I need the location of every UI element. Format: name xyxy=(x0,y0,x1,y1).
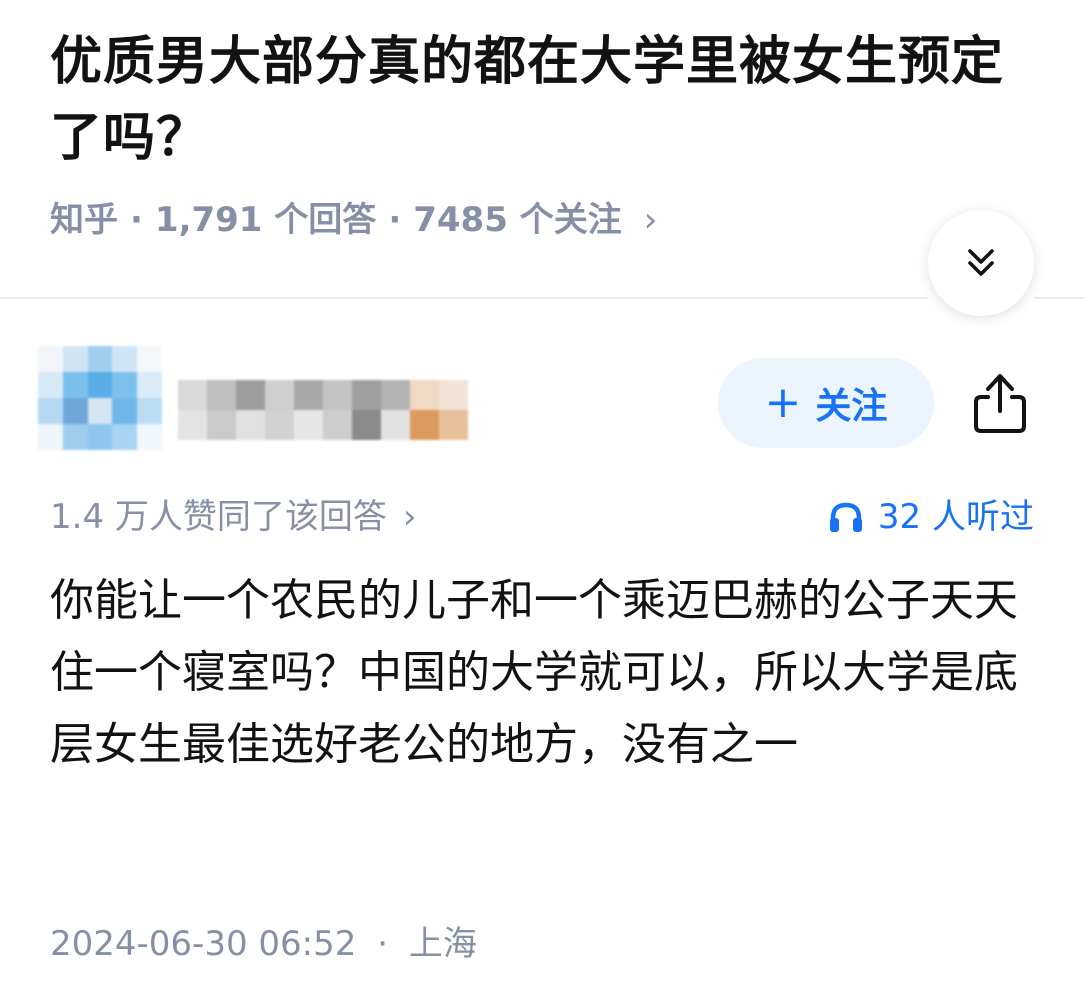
answers-count: 1,791 个回答 xyxy=(154,200,377,240)
vote-count: 1.4 万人赞同了该回答 xyxy=(50,497,387,537)
answer-location: 上海 xyxy=(408,924,477,964)
avatar[interactable] xyxy=(38,346,162,450)
answer-date: 2024-06-30 06:52 xyxy=(50,924,357,964)
divider xyxy=(1034,297,1084,299)
share-icon xyxy=(974,374,1026,433)
listen-count[interactable]: 32 人听过 xyxy=(828,494,1034,540)
answer-page: 优质男大部分真的都在大学里被女生预定了吗？ 知乎 · 1,791 个回答 · 7… xyxy=(0,0,1084,998)
question-title[interactable]: 优质男大部分真的都在大学里被女生预定了吗？ xyxy=(50,24,1040,176)
question-meta[interactable]: 知乎 · 1,791 个回答 · 7485 个关注 › xyxy=(50,196,657,244)
meta-separator: · xyxy=(130,200,143,240)
follow-button[interactable]: + 关注 xyxy=(718,358,934,448)
chevron-right-icon: › xyxy=(402,497,417,537)
answer-footer: 2024-06-30 06:52 · 上海 xyxy=(50,920,477,968)
chevron-right-icon: › xyxy=(643,200,658,240)
followers-count: 7485 个关注 xyxy=(413,200,622,240)
divider xyxy=(0,297,928,299)
author-name-blurred[interactable] xyxy=(178,380,468,440)
meta-separator: · xyxy=(388,200,402,240)
plus-icon: + xyxy=(764,377,802,428)
collapse-button[interactable] xyxy=(928,210,1034,316)
vote-summary[interactable]: 1.4 万人赞同了该回答 › xyxy=(50,494,417,540)
follow-label: 关注 xyxy=(815,386,888,427)
answer-content[interactable]: 你能让一个农民的儿子和一个乘迈巴赫的公子天天住一个寝室吗？中国的大学就可以，所以… xyxy=(50,565,1040,781)
headphones-icon xyxy=(829,502,862,532)
double-chevron-down-icon xyxy=(968,249,994,276)
footer-separator: · xyxy=(377,924,389,964)
source-label: 知乎 xyxy=(50,200,118,240)
listen-count-label: 32 人听过 xyxy=(877,497,1034,537)
share-button[interactable] xyxy=(968,368,1032,438)
